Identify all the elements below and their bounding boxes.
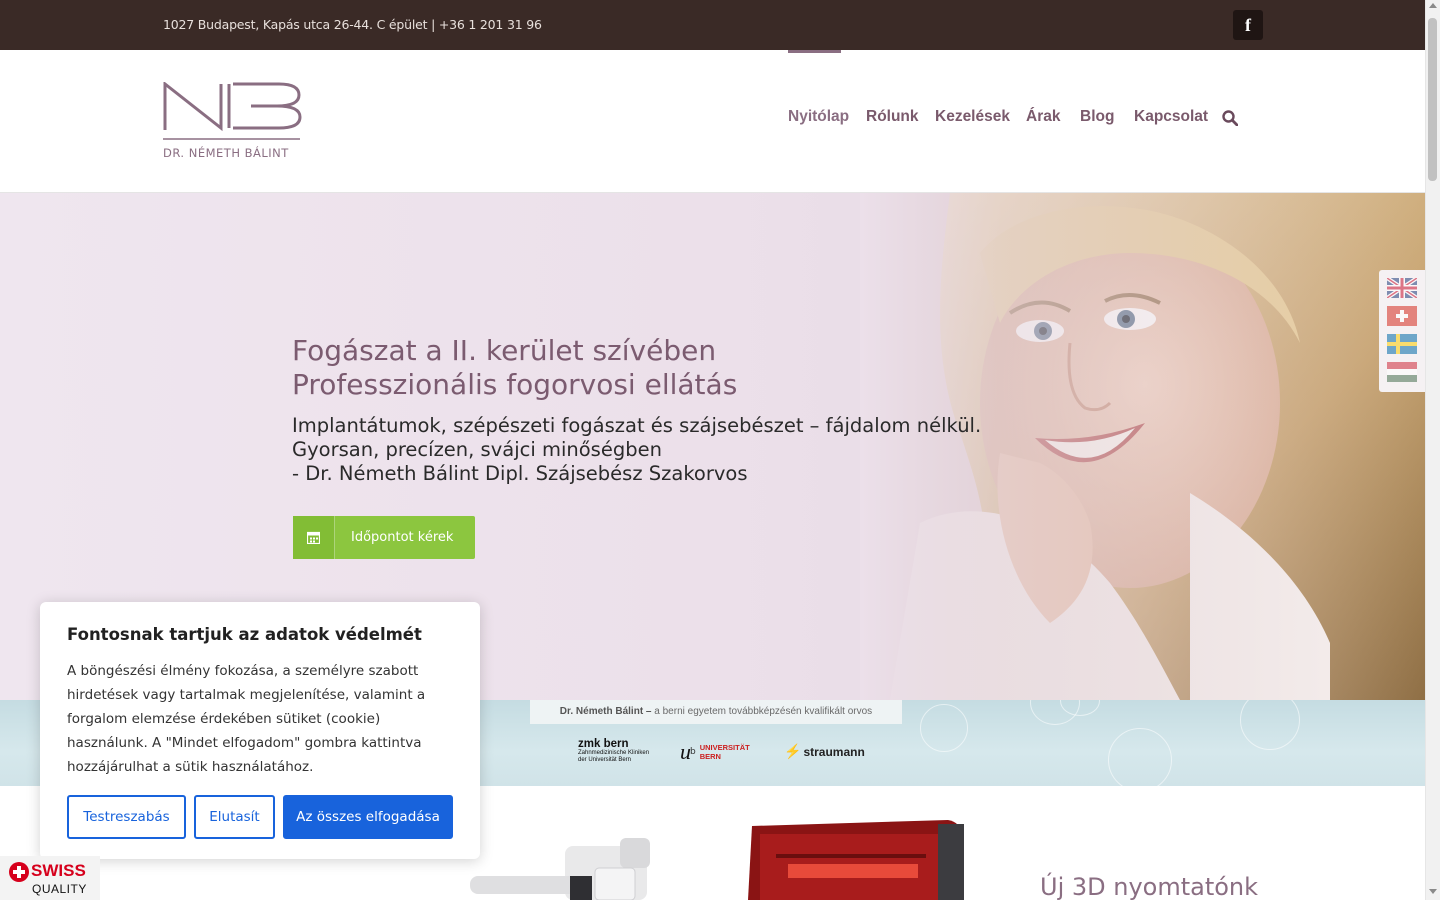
reject-button[interactable]: Elutasít (194, 795, 275, 839)
straumann-text: straumann (803, 744, 865, 759)
uni-bern-logo: ub UNIVERSITÄT BERN (680, 739, 750, 765)
facebook-icon[interactable]: f (1233, 10, 1263, 40)
top-bar: 1027 Budapest, Kapás utca 26-44. C épüle… (0, 0, 1425, 50)
nav-item-contact[interactable]: Kapcsolat (1134, 108, 1208, 126)
swiss-flag-icon[interactable] (1387, 306, 1417, 326)
language-switcher (1379, 270, 1425, 392)
swedish-flag-icon[interactable] (1387, 334, 1417, 354)
search-icon[interactable] (1222, 110, 1238, 126)
uni-bern-text: UNIVERSITÄT BERN (700, 743, 750, 761)
appointment-button-label: Időpontot kérek (351, 530, 454, 545)
logo-caption: DR. NÉMETH BÁLINT (163, 146, 289, 160)
cookie-consent-banner: Fontosnak tartjuk az adatok védelmét A b… (40, 602, 480, 859)
printer-section-title: Új 3D nyomtatónk (1040, 873, 1259, 900)
nav-item-treatments[interactable]: Kezelések (935, 108, 1010, 126)
swiss-quality-badge: SWISS QUALITY (0, 856, 100, 900)
partners-caption-text: a berni egyetem továbbképzésén kvalifiká… (651, 706, 873, 717)
accept-all-button[interactable]: Az összes elfogadása (283, 795, 453, 839)
hero-subtitle: Implantátumok, szépészeti fogászat és sz… (292, 414, 981, 486)
cookie-text: A böngészési élmény fokozása, a személyr… (67, 663, 426, 775)
scroll-up-arrow-icon[interactable] (1429, 3, 1437, 8)
zmk-line2: der Universität Bern (578, 757, 632, 763)
customize-button[interactable]: Testreszabás (67, 795, 186, 839)
nav-item-blog[interactable]: Blog (1080, 108, 1114, 126)
hero-sub-line2: Gyorsan, precízen, svájci minőségben (292, 438, 662, 461)
hero-sub-line3: - Dr. Németh Bálint Dipl. Szájsebész Sza… (292, 462, 748, 485)
partners-caption-name: Dr. Németh Bálint – (559, 706, 652, 717)
uni-bern-b: b (690, 747, 696, 757)
hero-title-line1: Fogászat a II. kerület szívében (292, 334, 717, 367)
swiss-word: SWISS (31, 861, 86, 880)
nav-item-prices[interactable]: Árak (1026, 108, 1060, 126)
appointment-button[interactable]: Időpontot kérek (293, 516, 475, 559)
english-flag-icon[interactable] (1387, 278, 1417, 298)
partners-caption: Dr. Németh Bálint – a berni egyetem tová… (530, 700, 902, 724)
hungarian-flag-icon[interactable] (1387, 362, 1417, 382)
uni-bern-line2: BERN (699, 752, 721, 761)
nav-item-about[interactable]: Rólunk (866, 108, 919, 126)
site-header: DR. NÉMETH BÁLINT Nyitólap Rólunk Kezelé… (0, 50, 1425, 193)
nav-item-home[interactable]: Nyitólap (788, 108, 849, 126)
zmk-bern-logo: zmk bern Zahnmedizinische Kliniken der U… (578, 738, 649, 764)
straumann-mark-icon: ⚡ (784, 743, 802, 759)
swiss-cross-icon (9, 862, 29, 882)
zmk-title: zmk bern (578, 738, 629, 750)
swiss-quality-text: QUALITY (32, 882, 87, 896)
straumann-logo: ⚡ straumann (784, 743, 865, 760)
uni-bern-line1: UNIVERSITÄT (699, 743, 750, 752)
scroll-down-arrow-icon[interactable] (1429, 889, 1437, 894)
3d-printer-image (748, 820, 964, 900)
hero-title: Fogászat a II. kerület szívében Professz… (292, 334, 737, 402)
hero-sub-line1: Implantátumok, szépészeti fogászat és sz… (292, 414, 982, 437)
hero-title-line2: Professzionális fogorvosi ellátás (292, 368, 738, 401)
calendar-icon (293, 516, 335, 559)
cookie-title: Fontosnak tartjuk az adatok védelmét (67, 625, 422, 644)
zmk-line1: Zahnmedizinische Kliniken (578, 750, 650, 756)
contact-address: 1027 Budapest, Kapás utca 26-44. C épüle… (163, 17, 542, 32)
decor-bubble (1108, 728, 1172, 786)
decor-bubble (920, 704, 968, 752)
dental-scanner-image (470, 838, 650, 900)
decor-bubble (1240, 700, 1300, 750)
scrollbar-thumb[interactable] (1428, 18, 1437, 181)
nav-active-indicator (788, 50, 841, 53)
